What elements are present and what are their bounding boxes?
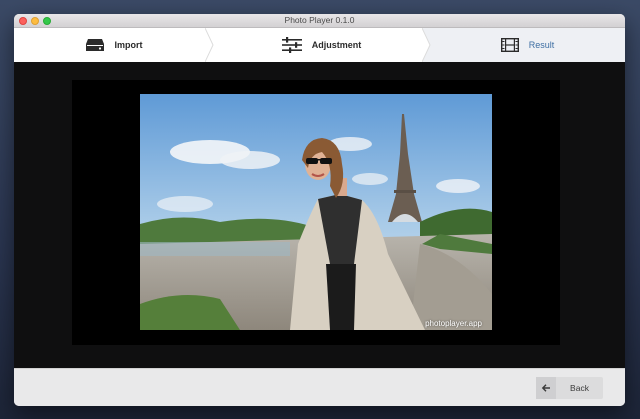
step-adjustment-label: Adjustment — [311, 40, 362, 50]
step-adjustment[interactable]: Adjustment — [213, 28, 438, 62]
film-icon — [500, 38, 519, 52]
step-import-label: Import — [114, 40, 143, 50]
back-button[interactable]: Back — [536, 377, 603, 399]
result-stage: photoplayer.app — [14, 62, 625, 368]
step-import[interactable]: Import — [14, 28, 214, 62]
arrow-left-icon — [536, 377, 556, 399]
title-bar: Photo Player 0.1.0 — [14, 14, 625, 28]
photo-image — [140, 94, 492, 330]
watermark-text: photoplayer.app — [425, 319, 482, 328]
preview-canvas: photoplayer.app — [72, 80, 560, 345]
footer-bar: Back — [14, 368, 625, 406]
step-result[interactable]: Result — [430, 28, 625, 62]
step-result-label: Result — [528, 40, 555, 50]
app-window: Photo Player 0.1.0 Import Adjustment Res… — [14, 14, 625, 406]
back-button-label: Back — [570, 383, 589, 393]
result-photo: photoplayer.app — [140, 94, 492, 330]
step-navigation: Import Adjustment Result — [14, 28, 625, 62]
step-separator-icon — [205, 28, 214, 62]
drive-icon — [85, 39, 104, 51]
window-title: Photo Player 0.1.0 — [284, 15, 355, 25]
sliders-icon — [281, 37, 302, 53]
step-separator-icon — [422, 28, 438, 62]
